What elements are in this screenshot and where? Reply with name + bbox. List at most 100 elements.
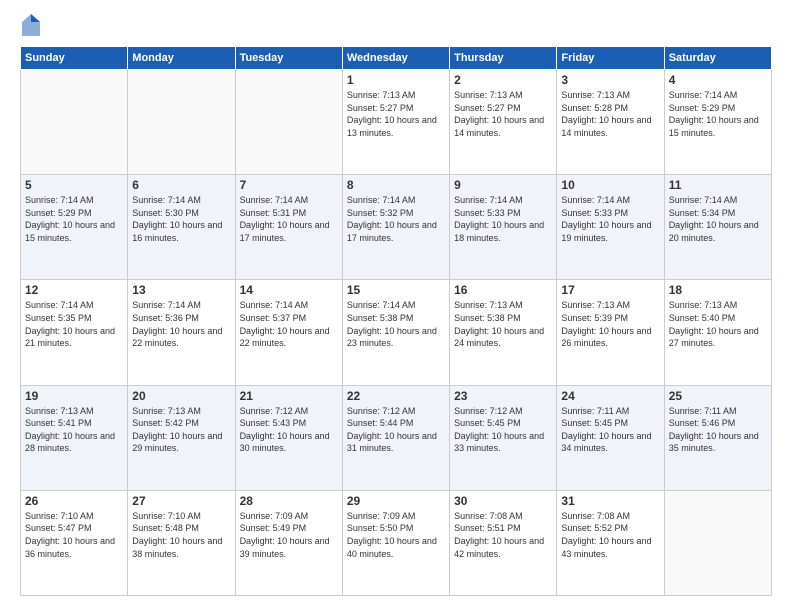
day-number: 5 (25, 178, 123, 192)
calendar-cell: 29Sunrise: 7:09 AM Sunset: 5:50 PM Dayli… (342, 490, 449, 595)
day-info: Sunrise: 7:13 AM Sunset: 5:41 PM Dayligh… (25, 405, 123, 455)
day-number: 2 (454, 73, 552, 87)
calendar-cell: 18 Sunrise: 7:13 AM Sunset: 5:40 PM Dayli… (664, 280, 771, 385)
day-info: Sunrise: 7:12 AM Sunset: 5:45 PM Dayligh… (454, 405, 552, 455)
calendar-cell: 22Sunrise: 7:12 AM Sunset: 5:44 PM Dayli… (342, 385, 449, 490)
day-info: Sunrise: 7:13 AM Sunset: 5:40 PM Dayligh… (669, 299, 767, 349)
calendar-cell (235, 70, 342, 175)
day-number: 22 (347, 389, 445, 403)
day-number: 27 (132, 494, 230, 508)
day-info: Sunrise: 7:14 AM Sunset: 5:33 PM Dayligh… (561, 194, 659, 244)
calendar-cell: 16 Sunrise: 7:13 AM Sunset: 5:38 PM Dayli… (450, 280, 557, 385)
calendar-cell: 17Sunrise: 7:13 AM Sunset: 5:39 PM Dayli… (557, 280, 664, 385)
day-number: 8 (347, 178, 445, 192)
day-number: 19 (25, 389, 123, 403)
calendar-cell: 8 Sunrise: 7:14 AM Sunset: 5:32 PM Daylig… (342, 175, 449, 280)
day-info: Sunrise: 7:11 AM Sunset: 5:46 PM Dayligh… (669, 405, 767, 455)
weekday-header-saturday: Saturday (664, 47, 771, 70)
weekday-header-friday: Friday (557, 47, 664, 70)
day-info: Sunrise: 7:13 AM Sunset: 5:28 PM Dayligh… (561, 89, 659, 139)
calendar-cell: 12Sunrise: 7:14 AM Sunset: 5:35 PM Dayli… (21, 280, 128, 385)
day-info: Sunrise: 7:14 AM Sunset: 5:32 PM Dayligh… (347, 194, 445, 244)
day-number: 4 (669, 73, 767, 87)
calendar-cell: 26 Sunrise: 7:10 AM Sunset: 5:47 PM Dayli… (21, 490, 128, 595)
day-info: Sunrise: 7:10 AM Sunset: 5:47 PM Dayligh… (25, 510, 123, 560)
calendar-cell: 3 Sunrise: 7:13 AM Sunset: 5:28 PM Daylig… (557, 70, 664, 175)
day-info: Sunrise: 7:14 AM Sunset: 5:38 PM Dayligh… (347, 299, 445, 349)
day-number: 10 (561, 178, 659, 192)
calendar-cell (664, 490, 771, 595)
day-info: Sunrise: 7:13 AM Sunset: 5:38 PM Dayligh… (454, 299, 552, 349)
calendar-cell: 5 Sunrise: 7:14 AM Sunset: 5:29 PM Daylig… (21, 175, 128, 280)
calendar-cell: 1 Sunrise: 7:13 AM Sunset: 5:27 PM Daylig… (342, 70, 449, 175)
calendar-cell: 19 Sunrise: 7:13 AM Sunset: 5:41 PM Dayli… (21, 385, 128, 490)
calendar-cell: 28 Sunrise: 7:09 AM Sunset: 5:49 PM Dayli… (235, 490, 342, 595)
calendar-cell: 27 Sunrise: 7:10 AM Sunset: 5:48 PM Dayli… (128, 490, 235, 595)
day-info: Sunrise: 7:14 AM Sunset: 5:30 PM Dayligh… (132, 194, 230, 244)
logo-text (20, 16, 40, 36)
logo (20, 16, 40, 36)
day-number: 3 (561, 73, 659, 87)
week-row-1: 1 Sunrise: 7:13 AM Sunset: 5:27 PM Daylig… (21, 70, 772, 175)
day-number: 20 (132, 389, 230, 403)
calendar: SundayMondayTuesdayWednesdayThursdayFrid… (20, 46, 772, 596)
day-info: Sunrise: 7:14 AM Sunset: 5:34 PM Dayligh… (669, 194, 767, 244)
day-number: 31 (561, 494, 659, 508)
day-number: 29 (347, 494, 445, 508)
calendar-cell: 25 Sunrise: 7:11 AM Sunset: 5:46 PM Dayli… (664, 385, 771, 490)
calendar-cell: 30Sunrise: 7:08 AM Sunset: 5:51 PM Dayli… (450, 490, 557, 595)
calendar-cell: 31 Sunrise: 7:08 AM Sunset: 5:52 PM Dayli… (557, 490, 664, 595)
calendar-cell: 2 Sunrise: 7:13 AM Sunset: 5:27 PM Daylig… (450, 70, 557, 175)
calendar-cell: 15Sunrise: 7:14 AM Sunset: 5:38 PM Dayli… (342, 280, 449, 385)
calendar-cell (128, 70, 235, 175)
day-info: Sunrise: 7:13 AM Sunset: 5:27 PM Dayligh… (347, 89, 445, 139)
calendar-cell: 23Sunrise: 7:12 AM Sunset: 5:45 PM Dayli… (450, 385, 557, 490)
day-number: 11 (669, 178, 767, 192)
day-number: 24 (561, 389, 659, 403)
week-row-4: 19 Sunrise: 7:13 AM Sunset: 5:41 PM Dayli… (21, 385, 772, 490)
day-number: 17 (561, 283, 659, 297)
calendar-cell: 4Sunrise: 7:14 AM Sunset: 5:29 PM Daylig… (664, 70, 771, 175)
day-info: Sunrise: 7:14 AM Sunset: 5:33 PM Dayligh… (454, 194, 552, 244)
day-number: 14 (240, 283, 338, 297)
day-number: 30 (454, 494, 552, 508)
day-info: Sunrise: 7:13 AM Sunset: 5:27 PM Dayligh… (454, 89, 552, 139)
weekday-header-sunday: Sunday (21, 47, 128, 70)
day-number: 16 (454, 283, 552, 297)
day-number: 1 (347, 73, 445, 87)
calendar-cell (21, 70, 128, 175)
day-number: 28 (240, 494, 338, 508)
weekday-header-thursday: Thursday (450, 47, 557, 70)
day-info: Sunrise: 7:12 AM Sunset: 5:43 PM Dayligh… (240, 405, 338, 455)
calendar-cell: 10 Sunrise: 7:14 AM Sunset: 5:33 PM Dayli… (557, 175, 664, 280)
day-info: Sunrise: 7:14 AM Sunset: 5:36 PM Dayligh… (132, 299, 230, 349)
calendar-cell: 6 Sunrise: 7:14 AM Sunset: 5:30 PM Daylig… (128, 175, 235, 280)
header (20, 16, 772, 36)
page: SundayMondayTuesdayWednesdayThursdayFrid… (0, 0, 792, 612)
day-info: Sunrise: 7:11 AM Sunset: 5:45 PM Dayligh… (561, 405, 659, 455)
calendar-cell: 21 Sunrise: 7:12 AM Sunset: 5:43 PM Dayli… (235, 385, 342, 490)
week-row-3: 12Sunrise: 7:14 AM Sunset: 5:35 PM Dayli… (21, 280, 772, 385)
day-number: 25 (669, 389, 767, 403)
day-number: 26 (25, 494, 123, 508)
day-info: Sunrise: 7:09 AM Sunset: 5:49 PM Dayligh… (240, 510, 338, 560)
day-info: Sunrise: 7:10 AM Sunset: 5:48 PM Dayligh… (132, 510, 230, 560)
day-info: Sunrise: 7:13 AM Sunset: 5:42 PM Dayligh… (132, 405, 230, 455)
calendar-cell: 7Sunrise: 7:14 AM Sunset: 5:31 PM Daylig… (235, 175, 342, 280)
day-number: 13 (132, 283, 230, 297)
day-number: 6 (132, 178, 230, 192)
calendar-cell: 14Sunrise: 7:14 AM Sunset: 5:37 PM Dayli… (235, 280, 342, 385)
day-info: Sunrise: 7:14 AM Sunset: 5:31 PM Dayligh… (240, 194, 338, 244)
day-number: 18 (669, 283, 767, 297)
day-number: 21 (240, 389, 338, 403)
day-info: Sunrise: 7:08 AM Sunset: 5:52 PM Dayligh… (561, 510, 659, 560)
week-row-2: 5 Sunrise: 7:14 AM Sunset: 5:29 PM Daylig… (21, 175, 772, 280)
weekday-header-monday: Monday (128, 47, 235, 70)
weekday-header-wednesday: Wednesday (342, 47, 449, 70)
logo-icon (22, 14, 40, 36)
week-row-5: 26 Sunrise: 7:10 AM Sunset: 5:47 PM Dayli… (21, 490, 772, 595)
day-number: 9 (454, 178, 552, 192)
calendar-cell: 20 Sunrise: 7:13 AM Sunset: 5:42 PM Dayli… (128, 385, 235, 490)
calendar-cell: 11 Sunrise: 7:14 AM Sunset: 5:34 PM Dayli… (664, 175, 771, 280)
day-info: Sunrise: 7:14 AM Sunset: 5:29 PM Dayligh… (25, 194, 123, 244)
